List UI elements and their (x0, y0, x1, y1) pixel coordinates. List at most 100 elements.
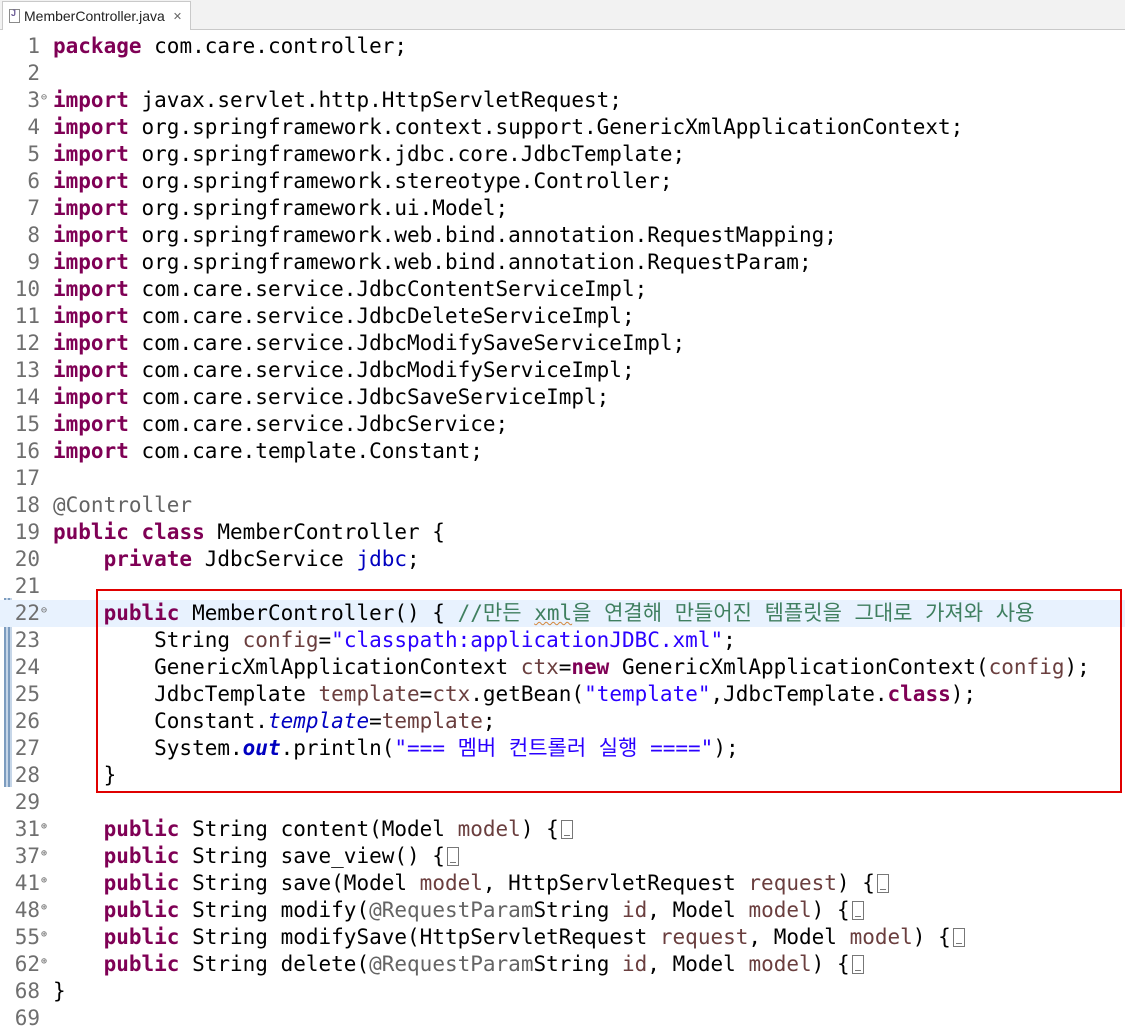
collapsed-block-icon[interactable] (876, 874, 889, 893)
expand-fold-icon[interactable]: ⊕ (41, 843, 47, 865)
code-token: String content(Model (192, 817, 458, 841)
code-token: } (53, 979, 66, 1003)
code-token: com.care.service.JdbcContentServiceImpl; (141, 277, 648, 301)
code-token: ; (407, 547, 420, 571)
code-line[interactable]: 29 (0, 789, 1125, 816)
code-line[interactable]: 9 import org.springframework.web.bind.ann… (0, 249, 1125, 276)
code-line[interactable]: 37 ⊕ public String save_view() { (0, 843, 1125, 870)
code-line[interactable]: 8 import org.springframework.web.bind.ann… (0, 222, 1125, 249)
code-editor[interactable]: 1 package com.care.controller; 2 3 ⊖ import j… (0, 33, 1125, 1032)
collapsed-block-icon[interactable] (952, 928, 965, 947)
code-line[interactable]: 5 import org.springframework.jdbc.core.Jd… (0, 141, 1125, 168)
code-line[interactable]: 2 (0, 60, 1125, 87)
code-text: private JdbcService jdbc; (53, 546, 420, 573)
code-text: Constant.template=template; (53, 708, 495, 735)
expand-fold-icon[interactable]: ⊕ (41, 870, 47, 892)
code-line[interactable]: 12 import com.care.service.JdbcModifySave… (0, 330, 1125, 357)
collapse-fold-icon[interactable]: ⊖ (41, 600, 47, 622)
code-token: config (242, 628, 319, 652)
code-token: public (103, 898, 193, 922)
code-line[interactable]: 41 ⊕ public String save(Model model, Http… (0, 870, 1125, 897)
code-line[interactable]: 22 ⊖ public MemberController() { //만든 xml… (0, 600, 1125, 627)
code-token: String save(Model (192, 871, 420, 895)
code-line[interactable]: 69 (0, 1005, 1125, 1032)
code-token: public (103, 925, 193, 949)
code-line[interactable]: 15 import com.care.service.JdbcService; (0, 411, 1125, 438)
line-number: 29 (14, 790, 40, 814)
tab-member-controller[interactable]: MemberController.java ✕ (2, 1, 192, 30)
code-token: model (748, 898, 812, 922)
code-token: model (419, 871, 483, 895)
code-line[interactable]: 16 import com.care.template.Constant; (0, 438, 1125, 465)
code-text: public class MemberController { (53, 519, 445, 546)
line-number: 3 (27, 88, 40, 112)
code-line[interactable]: 28 } (0, 762, 1125, 789)
code-token: @Controller (53, 493, 193, 517)
close-icon[interactable]: ✕ (173, 10, 182, 23)
code-line[interactable]: 68} (0, 978, 1125, 1005)
code-token: org.springframework.web.bind.annotation.… (141, 223, 837, 247)
line-number: 37 (14, 844, 40, 868)
code-line[interactable]: 14 import com.care.service.JdbcSaveServic… (0, 384, 1125, 411)
code-token: import (53, 358, 142, 382)
collapsed-block-icon[interactable] (446, 847, 459, 866)
expand-fold-icon[interactable]: ⊕ (41, 924, 47, 946)
code-line[interactable]: 1 package com.care.controller; (0, 33, 1125, 60)
code-line[interactable]: 6 import org.springframework.stereotype.C… (0, 168, 1125, 195)
code-line[interactable]: 21 (0, 573, 1125, 600)
collapse-fold-icon[interactable]: ⊖ (41, 87, 47, 109)
code-text: import org.springframework.ui.Model; (53, 195, 508, 222)
line-number: 22 (14, 601, 40, 625)
code-line[interactable]: 20 private JdbcService jdbc; (0, 546, 1125, 573)
collapsed-block-icon[interactable] (851, 955, 864, 974)
code-line[interactable]: 31 ⊕ public String content(Model model) { (0, 816, 1125, 843)
code-token: , Model (647, 898, 749, 922)
code-line[interactable]: 25 JdbcTemplate template=ctx.getBean("te… (0, 681, 1125, 708)
code-line[interactable]: 18 @Controller (0, 492, 1125, 519)
code-token: xml (534, 601, 573, 625)
code-token: com.care.service.JdbcService; (141, 412, 509, 436)
collapsed-block-icon[interactable] (851, 901, 864, 920)
line-number: 55 (14, 925, 40, 949)
code-token: class (141, 520, 218, 544)
code-text: public String content(Model model) { (53, 816, 573, 843)
code-token: , Model (647, 952, 749, 976)
code-token: ) { (811, 952, 850, 976)
code-token: private (103, 547, 205, 571)
code-token: import (53, 196, 142, 220)
code-line[interactable]: 17 (0, 465, 1125, 492)
code-line[interactable]: 55 ⊕ public String modifySave(HttpServlet… (0, 924, 1125, 951)
code-token: = (419, 682, 433, 706)
code-line[interactable]: 11 import com.care.service.JdbcDeleteServ… (0, 303, 1125, 330)
code-line[interactable]: 4 import org.springframework.context.supp… (0, 114, 1125, 141)
java-file-icon (9, 8, 20, 23)
code-line[interactable]: 13 import com.care.service.JdbcModifyServ… (0, 357, 1125, 384)
code-token: = (369, 709, 382, 733)
code-text: public String save_view() { (53, 843, 459, 870)
code-line[interactable]: 23 String config="classpath:applicationJ… (0, 627, 1125, 654)
expand-fold-icon[interactable]: ⊕ (41, 897, 47, 919)
collapsed-block-icon[interactable] (560, 820, 573, 839)
code-line[interactable]: 62 ⊕ public String delete(@RequestParamSt… (0, 951, 1125, 978)
code-token: ctx (432, 682, 471, 706)
code-line[interactable]: 19 public class MemberController { (0, 519, 1125, 546)
code-token: id (622, 952, 648, 976)
code-line[interactable]: 26 Constant.template=template; (0, 708, 1125, 735)
expand-fold-icon[interactable]: ⊕ (41, 951, 47, 973)
code-token: template (267, 709, 370, 733)
code-text: public MemberController() { //만든 xml을 연결… (53, 600, 1035, 627)
code-text: public String delete(@RequestParamString… (53, 951, 864, 978)
expand-fold-icon[interactable]: ⊕ (41, 816, 47, 838)
code-line[interactable]: 3 ⊖ import javax.servlet.http.HttpServletR… (0, 87, 1125, 114)
code-line[interactable]: 48 ⊕ public String modify(@RequestParamSt… (0, 897, 1125, 924)
code-token: GenericXmlApplicationContext( (621, 655, 989, 679)
code-token: com.care.service.JdbcDeleteServiceImpl; (141, 304, 635, 328)
line-number: 41 (14, 871, 40, 895)
code-line[interactable]: 27 System.out.println("=== 멤버 컨트롤러 실행 ==… (0, 735, 1125, 762)
code-line[interactable]: 10 import com.care.service.JdbcContentSer… (0, 276, 1125, 303)
code-token: model (849, 925, 913, 949)
code-line[interactable]: 7 import org.springframework.ui.Model; (0, 195, 1125, 222)
code-token: import (53, 169, 142, 193)
code-line[interactable]: 24 GenericXmlApplicationContext ctx=new … (0, 654, 1125, 681)
